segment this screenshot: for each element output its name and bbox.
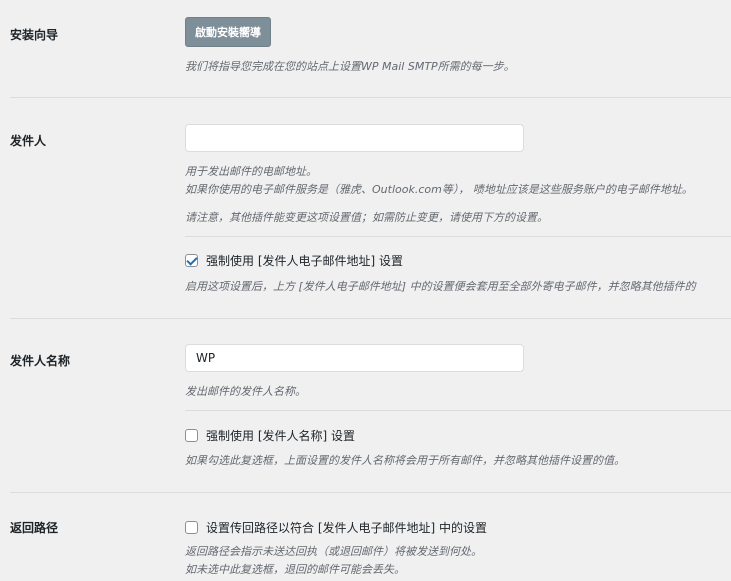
- section-divider: [10, 318, 731, 319]
- setup-wizard-label: 安装向导: [10, 28, 59, 42]
- section-divider: [10, 492, 731, 493]
- from-email-description: 用于发出邮件的电邮地址。: [185, 165, 317, 178]
- from-email-description-note: 请注意，其他插件能变更这项设置值；如需防止变更，请使用下方的设置。: [185, 211, 548, 224]
- force-from-name-checkbox[interactable]: [185, 429, 198, 442]
- return-path-row: 设置传回路径以符合 [发件人电子邮件地址] 中的设置: [185, 519, 487, 536]
- force-from-email-row: 强制使用 [发件人电子邮件地址] 设置: [185, 252, 403, 269]
- return-path-checkbox-label[interactable]: 设置传回路径以符合 [发件人电子邮件地址] 中的设置: [204, 519, 487, 536]
- return-path-label: 返回路径: [10, 521, 59, 535]
- return-path-checkbox[interactable]: [185, 521, 198, 534]
- from-name-label: 发件人名称: [10, 354, 71, 368]
- setup-wizard-description: 我们将指导您完成在您的站点上设置WP Mail SMTP所需的每一步。: [185, 60, 515, 73]
- force-from-email-description: 启用这项设置后，上方 [发件人电子邮件地址] 中的设置便会套用至全部外寄电子邮件…: [185, 280, 696, 293]
- return-path-description-warning: 如未选中此复选框，退回的邮件可能会丢失。: [185, 563, 405, 576]
- from-email-label: 发件人: [10, 134, 47, 148]
- force-from-name-description: 如果勾选此复选框，上面设置的发件人名称将会用于所有邮件，并忽略其他插件设置的值。: [185, 454, 625, 467]
- from-name-input[interactable]: [185, 344, 524, 372]
- force-from-name-row: 强制使用 [发件人名称] 设置: [185, 427, 355, 444]
- subsection-divider: [185, 236, 731, 237]
- from-email-description-service: 如果你使用的电子邮件服务是（雅虎、Outlook.com等）， 啧地址应该是这些…: [185, 183, 693, 196]
- force-from-email-label[interactable]: 强制使用 [发件人电子邮件地址] 设置: [204, 252, 403, 269]
- from-email-input[interactable]: [185, 124, 524, 152]
- force-from-name-label[interactable]: 强制使用 [发件人名称] 设置: [204, 427, 355, 444]
- from-name-description: 发出邮件的发件人名称。: [185, 385, 306, 398]
- section-divider: [10, 97, 731, 98]
- launch-setup-wizard-button[interactable]: 啟動安裝嚮導: [185, 17, 271, 47]
- force-from-email-checkbox[interactable]: [185, 254, 198, 267]
- return-path-description: 返回路径会指示未送达回执（或退回邮件）将被发送到何处。: [185, 545, 482, 558]
- subsection-divider: [185, 410, 731, 411]
